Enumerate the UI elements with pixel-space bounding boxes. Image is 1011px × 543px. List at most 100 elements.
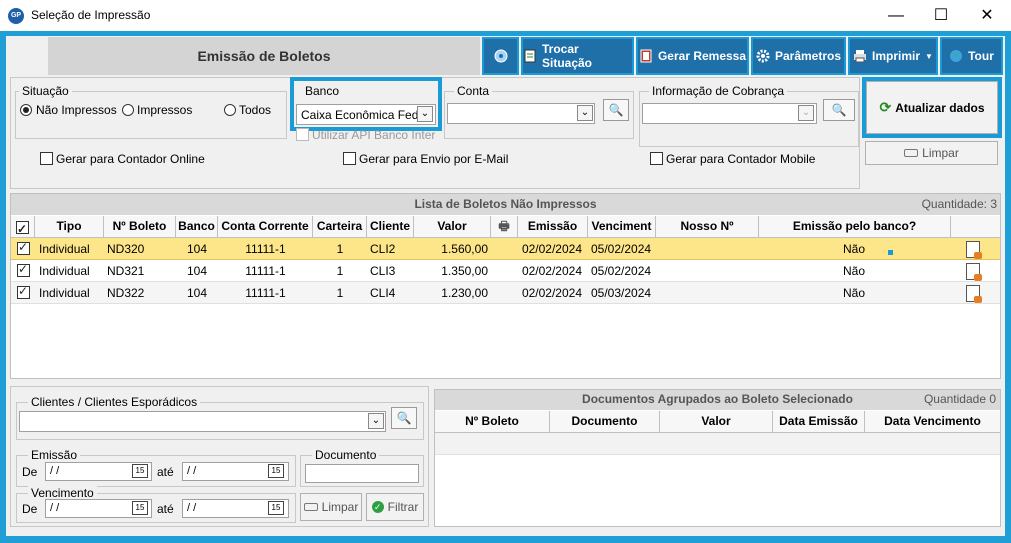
clientes-select[interactable] [19,411,386,432]
chevron-down-icon[interactable]: ⌄ [577,105,593,121]
cell-banco: 104 [186,264,208,278]
col-conta-corrente[interactable]: Conta Corrente [218,216,313,238]
documento-input[interactable] [305,464,419,483]
gear-icon [756,49,770,63]
search-icon: 🔍 [831,103,847,117]
envio-email-checkbox[interactable] [343,152,356,165]
cell-vencimento: 05/03/2024 [591,286,652,300]
api-banco-inter-label: Utilizar API Banco Inter [312,128,436,142]
info-cobranca-search-button[interactable]: 🔍 [823,99,855,121]
row-checkbox[interactable] [17,284,30,299]
col-nosso-numero[interactable]: Nosso Nº [656,216,759,238]
parametros-button[interactable]: Parâmetros [751,37,846,75]
conta-select[interactable] [447,103,595,124]
cell-boleto: ND320 [107,242,145,256]
emissao-legend: Emissão [28,448,81,462]
cell-cliente: CLI2 [370,242,396,256]
col-emissao-banco[interactable]: Emissão pelo banco? [759,216,951,238]
contador-online-label: Gerar para Contador Online [56,152,205,166]
conta-legend: Conta [454,84,493,98]
documento-legend: Documento [312,448,380,462]
situacao-legend: Situação [19,84,72,98]
filtrar-button[interactable]: ✓ Filtrar [366,493,424,521]
boleto-doc-icon[interactable] [966,241,982,259]
search-icon: 🔍 [608,103,624,117]
radio-impressos[interactable] [122,104,134,116]
col-doc-data-emissao[interactable]: Data Emissão [773,411,865,433]
row-checkbox[interactable] [17,240,30,255]
conta-search-button[interactable]: 🔍 [603,99,629,121]
col-doc-documento[interactable]: Documento [550,411,660,433]
table-row[interactable] [435,433,1000,455]
col-tipo[interactable]: Tipo [35,216,104,238]
gerar-remessa-button[interactable]: Gerar Remessa [636,37,749,75]
api-banco-inter-checkbox[interactable] [296,128,309,141]
col-banco[interactable]: Banco [176,216,218,238]
app-icon: GP [8,8,24,24]
col-boleto[interactable]: Nº Boleto [104,216,176,238]
close-button[interactable]: ✕ [964,0,1010,31]
col-valor[interactable]: Valor [414,216,491,238]
info-button[interactable] [482,37,519,75]
printer-icon: 🖶 [498,219,510,233]
radio-todos[interactable] [224,104,236,116]
tour-button[interactable]: Tour [940,37,1003,75]
trocar-situacao-button[interactable]: Trocar Situação [521,37,634,75]
cell-cliente: CLI4 [370,286,396,300]
clientes-search-button[interactable]: 🔍 [391,407,417,429]
col-carteira[interactable]: Carteira [313,216,367,238]
cell-tipo: Individual [39,264,90,278]
cell-banco: 104 [186,242,208,256]
chevron-down-icon[interactable]: ⌄ [368,413,384,429]
boleto-doc-icon[interactable] [966,285,982,303]
cell-valor: 1.350,00 [441,264,488,278]
atualizar-dados-button[interactable]: ⟳ Atualizar dados [866,81,998,134]
col-vencimento[interactable]: Venciment [588,216,656,238]
chevron-down-icon[interactable]: ⌄ [798,105,814,121]
banco-select[interactable]: Caixa Econômica Feder [296,104,436,125]
select-all-checkbox[interactable] [16,219,29,240]
cell-conta: 11111-1 [245,242,286,256]
contador-mobile-label: Gerar para Contador Mobile [666,152,816,166]
info-cobranca-legend: Informação de Cobrança [649,84,788,98]
col-doc-boleto[interactable]: Nº Boleto [435,411,550,433]
col-doc-data-vencimento[interactable]: Data Vencimento [865,411,1000,433]
contador-online-checkbox[interactable] [40,152,53,165]
printer-icon [853,49,867,63]
select-all-header[interactable] [11,216,35,240]
title-bar: GP Seleção de Impressão — ☐ ✕ [0,0,1011,31]
col-doc-valor[interactable]: Valor [660,411,773,433]
row-checkbox[interactable] [17,262,30,277]
info-cobranca-select[interactable] [642,103,817,124]
cell-vencimento: 05/02/2024 [591,264,652,278]
limpar-bottom-button[interactable]: Limpar [300,493,362,521]
cell-boleto: ND322 [107,286,145,300]
eraser-icon [904,149,919,157]
calendar-icon[interactable]: 15 [268,464,284,478]
contador-mobile-checkbox[interactable] [650,152,663,165]
col-print[interactable]: 🖶 [491,216,518,238]
cell-conta: 11111-1 [245,286,286,300]
calendar-icon[interactable]: 15 [268,501,284,515]
limpar-top-button[interactable]: Limpar [865,141,998,165]
search-icon: 🔍 [396,411,412,425]
calendar-icon[interactable]: 15 [132,501,148,515]
minimize-button[interactable]: — [873,0,919,31]
cell-emissao-banco: Não [842,242,865,256]
col-cliente[interactable]: Cliente [367,216,414,238]
envio-email-label: Gerar para Envio por E-Mail [359,152,509,166]
radio-todos-label: Todos [239,103,272,117]
imprimir-button[interactable]: Imprimir ▼ [848,37,938,75]
cursor-marker [888,250,893,255]
radio-impressos-label: Impressos [137,103,193,117]
col-emissao[interactable]: Emissão [518,216,588,238]
vencimento-ate-label: até [157,502,174,516]
radio-nao-impressos[interactable] [20,104,32,116]
chevron-down-icon: ▼ [925,51,933,61]
cell-valor: 1.560,00 [441,242,488,256]
boleto-doc-icon[interactable] [966,263,982,281]
chevron-down-icon[interactable]: ⌄ [417,106,433,122]
calendar-icon[interactable]: 15 [132,464,148,478]
cell-emissao-banco: Não [842,286,865,300]
maximize-button[interactable]: ☐ [918,0,964,31]
